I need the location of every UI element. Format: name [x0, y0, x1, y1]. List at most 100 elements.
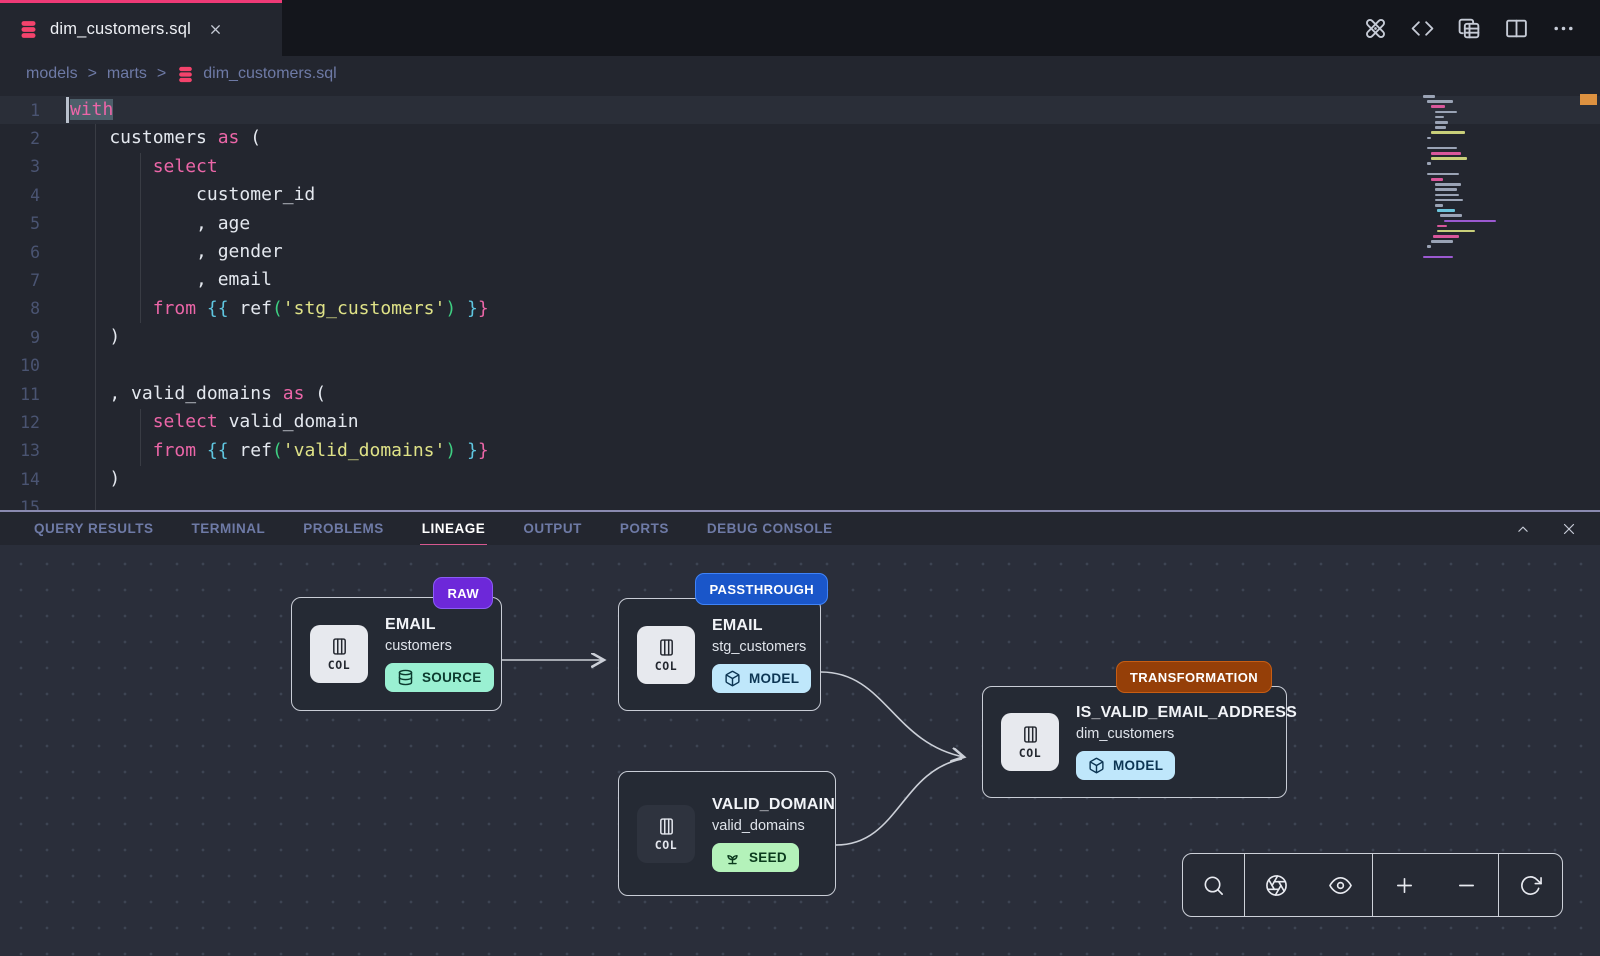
inline-code-button[interactable]: [1410, 16, 1435, 41]
code-line-6[interactable]: 6 , gender: [0, 238, 1600, 266]
breadcrumb-separator: >: [88, 65, 97, 83]
columns-icon: [656, 816, 677, 837]
code-line-5[interactable]: 5 , age: [0, 210, 1600, 238]
tab-bar: dim_customers.sql: [0, 0, 1600, 56]
close-icon: [1560, 520, 1578, 538]
refresh-icon: [1519, 874, 1542, 897]
database-icon: [397, 669, 414, 686]
more-actions-icon: [1551, 16, 1576, 41]
lineage-node-stg_customers[interactable]: PASSTHROUGHCOLEMAILstg_customersMODEL: [618, 598, 821, 711]
text-cursor: [66, 97, 69, 123]
columns-icon: [1020, 724, 1041, 745]
materialization-pill: MODEL: [1076, 751, 1175, 780]
aperture-button[interactable]: [1245, 854, 1309, 916]
panel-tab-ports[interactable]: PORTS: [620, 521, 669, 536]
panel-tab-problems[interactable]: PROBLEMS: [303, 521, 384, 536]
node-subtitle: stg_customers: [712, 639, 806, 655]
split-editor-button[interactable]: [1504, 16, 1529, 41]
node-title: VALID_DOMAIN: [712, 796, 835, 814]
close-panel-button[interactable]: [1560, 520, 1578, 538]
code-line-2[interactable]: 2 customers as (: [0, 124, 1600, 152]
code-line-15[interactable]: 15: [0, 493, 1600, 510]
dbt-logo-button[interactable]: [1363, 16, 1388, 41]
code-text: , gender: [66, 238, 283, 266]
line-number: 8: [0, 299, 66, 318]
lineage-toolbar: [1182, 853, 1563, 917]
panel-tab-terminal[interactable]: TERMINAL: [192, 521, 266, 536]
code-line-12[interactable]: 12 select valid_domain: [0, 408, 1600, 436]
tab-title: dim_customers.sql: [50, 20, 191, 39]
code-line-8[interactable]: 8 from {{ ref('stg_customers') }}: [0, 295, 1600, 323]
code-text: , valid_domains as (: [66, 380, 326, 408]
cube-icon: [724, 670, 741, 687]
chevron-up-icon: [1514, 520, 1532, 538]
code-icon: [1410, 16, 1435, 41]
code-line-11[interactable]: 11 , valid_domains as (: [0, 380, 1600, 408]
code-line-9[interactable]: 9 ): [0, 323, 1600, 351]
code-line-3[interactable]: 3 select: [0, 153, 1600, 181]
code-area[interactable]: 1with2 customers as (3 select4 customer_…: [0, 92, 1600, 510]
materialization-pill: SEED: [712, 843, 799, 872]
plus-icon: [1393, 874, 1416, 897]
code-text: from {{ ref('stg_customers') }}: [66, 295, 489, 323]
line-number: 14: [0, 470, 66, 489]
columns-icon: [329, 636, 350, 657]
breadcrumb-separator: >: [157, 65, 166, 83]
materialization-pill: MODEL: [712, 664, 811, 693]
copy-table-icon: [1457, 16, 1482, 41]
col-chip[interactable]: COL: [1001, 713, 1059, 771]
code-text: , age: [66, 210, 250, 238]
zoom-out-button[interactable]: [1436, 854, 1499, 916]
panel-tab-lineage[interactable]: LINEAGE: [422, 521, 486, 536]
columns-icon: [656, 637, 677, 658]
line-number: 5: [0, 214, 66, 233]
col-chip[interactable]: COL: [637, 626, 695, 684]
code-text: customer_id: [66, 181, 315, 209]
code-line-7[interactable]: 7 , email: [0, 266, 1600, 294]
aperture-icon: [1265, 874, 1288, 897]
node-type-badge: TRANSFORMATION: [1116, 661, 1272, 693]
zoom-in-button[interactable]: [1373, 854, 1436, 916]
breadcrumb-item-marts[interactable]: marts: [107, 65, 147, 83]
indent-guide: [140, 409, 141, 466]
indent-guide: [140, 153, 141, 323]
code-line-1[interactable]: 1with: [0, 96, 1600, 124]
lineage-node-valid_domains[interactable]: COLVALID_DOMAINvalid_domainsSEED: [618, 771, 836, 896]
breadcrumb-item-models[interactable]: models: [26, 65, 78, 83]
code-text: with: [66, 96, 113, 124]
line-number: 10: [0, 356, 66, 375]
minimap[interactable]: [1423, 95, 1533, 261]
lineage-canvas[interactable]: RAWCOLEMAILcustomersSOURCEPASSTHROUGHCOL…: [0, 545, 1600, 956]
col-chip-label: COL: [655, 838, 678, 852]
lineage-node-customers[interactable]: RAWCOLEMAILcustomersSOURCE: [291, 597, 502, 711]
refresh-button[interactable]: [1499, 854, 1561, 916]
copy-table-button[interactable]: [1457, 16, 1482, 41]
collapse-panel-button[interactable]: [1514, 520, 1532, 538]
breadcrumb: models > marts > dim_customers.sql: [0, 56, 1600, 92]
line-number: 3: [0, 157, 66, 176]
node-title: EMAIL: [712, 617, 763, 635]
panel-tab-query-results[interactable]: QUERY RESULTS: [34, 521, 154, 536]
panel-tab-debug-console[interactable]: DEBUG CONSOLE: [707, 521, 833, 536]
line-number: 15: [0, 498, 66, 510]
panel-tab-output[interactable]: OUTPUT: [523, 521, 582, 536]
code-line-4[interactable]: 4 customer_id: [0, 181, 1600, 209]
more-actions-button[interactable]: [1551, 16, 1576, 41]
col-chip[interactable]: COL: [310, 625, 368, 683]
col-chip[interactable]: COL: [637, 805, 695, 863]
code-line-13[interactable]: 13 from {{ ref('valid_domains') }}: [0, 437, 1600, 465]
breadcrumb-item-file[interactable]: dim_customers.sql: [176, 65, 336, 84]
line-number: 13: [0, 441, 66, 460]
search-button[interactable]: [1183, 854, 1244, 916]
code-text: , email: [66, 266, 272, 294]
code-line-14[interactable]: 14 ): [0, 465, 1600, 493]
code-text: select valid_domain: [66, 408, 359, 436]
editor-actions: [1363, 0, 1600, 56]
toggle-visibility-button[interactable]: [1309, 854, 1373, 916]
line-number: 12: [0, 413, 66, 432]
code-line-10[interactable]: 10: [0, 352, 1600, 380]
code-editor[interactable]: 1with2 customers as (3 select4 customer_…: [0, 92, 1600, 510]
lineage-node-dim_customers[interactable]: TRANSFORMATIONCOLIS_VALID_EMAIL_ADDRESSd…: [982, 686, 1287, 798]
tab-dim-customers[interactable]: dim_customers.sql: [0, 0, 282, 56]
close-icon[interactable]: [208, 22, 223, 37]
